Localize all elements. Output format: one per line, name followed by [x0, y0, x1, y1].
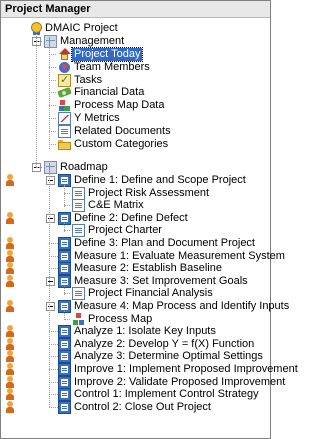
tree-step-child[interactable]: Project Charter [1, 224, 270, 238]
folder-icon [58, 138, 71, 151]
tree-item-label[interactable]: Analyze 2: Develop Y = f(X) Function [72, 338, 256, 351]
tree-step[interactable]: Control 2: Close Out Project [1, 400, 270, 414]
tree-item-label[interactable]: Control 1: Implement Control Strategy [72, 388, 261, 401]
tree-node-label[interactable]: Roadmap [58, 161, 110, 174]
tree-item-label[interactable]: Control 2: Close Out Project [72, 401, 213, 414]
tree-item-label[interactable]: Measure 1: Evaluate Measurement System [72, 250, 287, 263]
tree-node-label[interactable]: Management [58, 35, 126, 48]
tree-item-label[interactable]: Process Map Data [72, 99, 166, 112]
chart-icon [58, 112, 71, 125]
tree-item-label[interactable]: Process Map [86, 313, 154, 326]
tree-item-label[interactable]: Analyze 3: Determine Optimal Settings [72, 350, 265, 363]
tree-item-label[interactable]: Measure 3: Set Improvement Goals [72, 275, 250, 288]
tree-item-label[interactable]: Project Financial Analysis [86, 287, 215, 300]
tree-item-label[interactable]: Related Documents [72, 125, 173, 138]
tree-step[interactable]: Define 2: Define Defect [1, 211, 270, 225]
tree-line [64, 222, 65, 232]
step-icon [58, 363, 71, 376]
tree-step-child[interactable]: Project Risk Assessment [1, 186, 270, 200]
tree-item-management[interactable]: Team Members [1, 61, 270, 74]
step-icon [58, 375, 71, 389]
panel-titlebar: Project Manager [1, 1, 270, 18]
tree-item-label[interactable]: Custom Categories [72, 138, 170, 151]
tree-item-label[interactable]: C&E Matrix [86, 199, 146, 212]
tree-line [64, 285, 65, 295]
tree-root-label[interactable]: DMAIC Project [43, 22, 120, 35]
tree-step[interactable]: Analyze 2: Develop Y = f(X) Function [1, 337, 270, 351]
tree-item-label[interactable]: Project Charter [86, 224, 164, 237]
tree-root[interactable]: DMAIC Project [1, 22, 270, 35]
tree-step[interactable]: Measure 4: Map Process and Identify Inpu… [1, 300, 289, 313]
collapse-icon[interactable] [46, 176, 55, 185]
tree-line [64, 311, 65, 321]
collapse-icon[interactable] [46, 276, 55, 286]
collapse-icon[interactable] [46, 213, 55, 223]
tree-item-management[interactable]: Custom Categories [1, 138, 270, 151]
tree-item-label[interactable]: Financial Data [72, 86, 146, 99]
home-icon [58, 48, 71, 61]
tree-item-management[interactable]: Project Today [1, 47, 270, 62]
money-icon [58, 86, 71, 99]
document-icon [72, 287, 85, 301]
tree-item-label[interactable]: Project Today [70, 47, 144, 62]
tree-line [49, 170, 50, 407]
step-icon [58, 350, 71, 364]
document-icon [72, 186, 85, 200]
tree-line [64, 185, 65, 207]
tree-step-child[interactable]: Project Financial Analysis [1, 287, 270, 301]
tree-item-label[interactable]: Project Risk Assessment [86, 187, 211, 200]
tree-item-label[interactable]: Analyze 1: Isolate Key Inputs [72, 325, 218, 338]
step-icon [58, 337, 71, 351]
tree-item-label[interactable]: Improve 2: Validate Proposed Improvement [72, 376, 287, 389]
panel-title: Project Manager [5, 3, 91, 15]
tree-step-child[interactable]: C&E Matrix [1, 199, 270, 213]
project-manager-panel: Project Manager DMAIC Project Management… [0, 0, 298, 439]
step-icon [58, 262, 71, 276]
step-icon [58, 400, 71, 414]
tree-step[interactable]: Measure 1: Evaluate Measurement System [1, 249, 285, 263]
tree-step[interactable]: Improve 2: Validate Proposed Improvement [1, 375, 285, 389]
tree-step[interactable]: Define 1: Define and Scope Project [1, 174, 270, 187]
tree-line [36, 167, 42, 168]
tree-step[interactable]: Improve 1: Implement Proposed Improvemen… [1, 363, 298, 376]
document-icon [58, 124, 71, 138]
tree-item-label[interactable]: Measure 2: Establish Baseline [72, 262, 224, 275]
tree-item-label[interactable]: Team Members [72, 61, 152, 74]
tree-item-management[interactable]: Financial Data [1, 86, 270, 99]
tree-item-label[interactable]: Define 2: Define Defect [72, 212, 190, 225]
tree-step[interactable]: Measure 2: Establish Baseline [1, 262, 270, 276]
tree-item-label[interactable]: Define 3: Plan and Document Project [72, 237, 257, 250]
roadmap-grid-icon [44, 161, 57, 174]
step-icon [58, 237, 71, 250]
tree-item-management[interactable]: Y Metrics [1, 112, 270, 125]
tree-item-label[interactable]: Measure 4: Map Process and Identify Inpu… [72, 300, 291, 313]
process-map-icon [72, 312, 85, 326]
tree-item-label[interactable]: Improve 1: Implement Proposed Improvemen… [72, 363, 300, 376]
step-icon [58, 388, 71, 402]
tree-step[interactable]: Define 3: Plan and Document Project [1, 237, 270, 250]
tree-item-label[interactable]: Define 1: Define and Scope Project [72, 174, 248, 187]
tree-step[interactable]: Control 1: Implement Control Strategy [1, 388, 270, 402]
process-map-icon [58, 99, 71, 112]
document-icon [72, 199, 85, 213]
tree-item-label[interactable]: Tasks [72, 74, 104, 87]
tree-item-management[interactable]: Tasks [1, 73, 270, 87]
tree-step[interactable]: Measure 3: Set Improvement Goals [1, 274, 270, 288]
tree-step[interactable]: Analyze 1: Isolate Key Inputs [1, 325, 270, 339]
step-icon [58, 325, 71, 339]
document-icon [72, 224, 85, 238]
tree-item-management[interactable]: Related Documents [1, 124, 270, 138]
tree-step-child[interactable]: Process Map [1, 312, 270, 326]
management-grid-icon [44, 35, 57, 48]
collapse-icon[interactable] [46, 302, 55, 311]
project-tree[interactable]: DMAIC Project Management Roadmap Project… [1, 18, 298, 438]
tree-step[interactable]: Analyze 3: Determine Optimal Settings [1, 350, 270, 364]
tree-item-management[interactable]: Process Map Data [1, 99, 270, 112]
step-icon [58, 249, 71, 263]
tree-line [36, 41, 42, 42]
tasks-icon [58, 73, 71, 87]
tree-item-label[interactable]: Y Metrics [72, 112, 122, 125]
